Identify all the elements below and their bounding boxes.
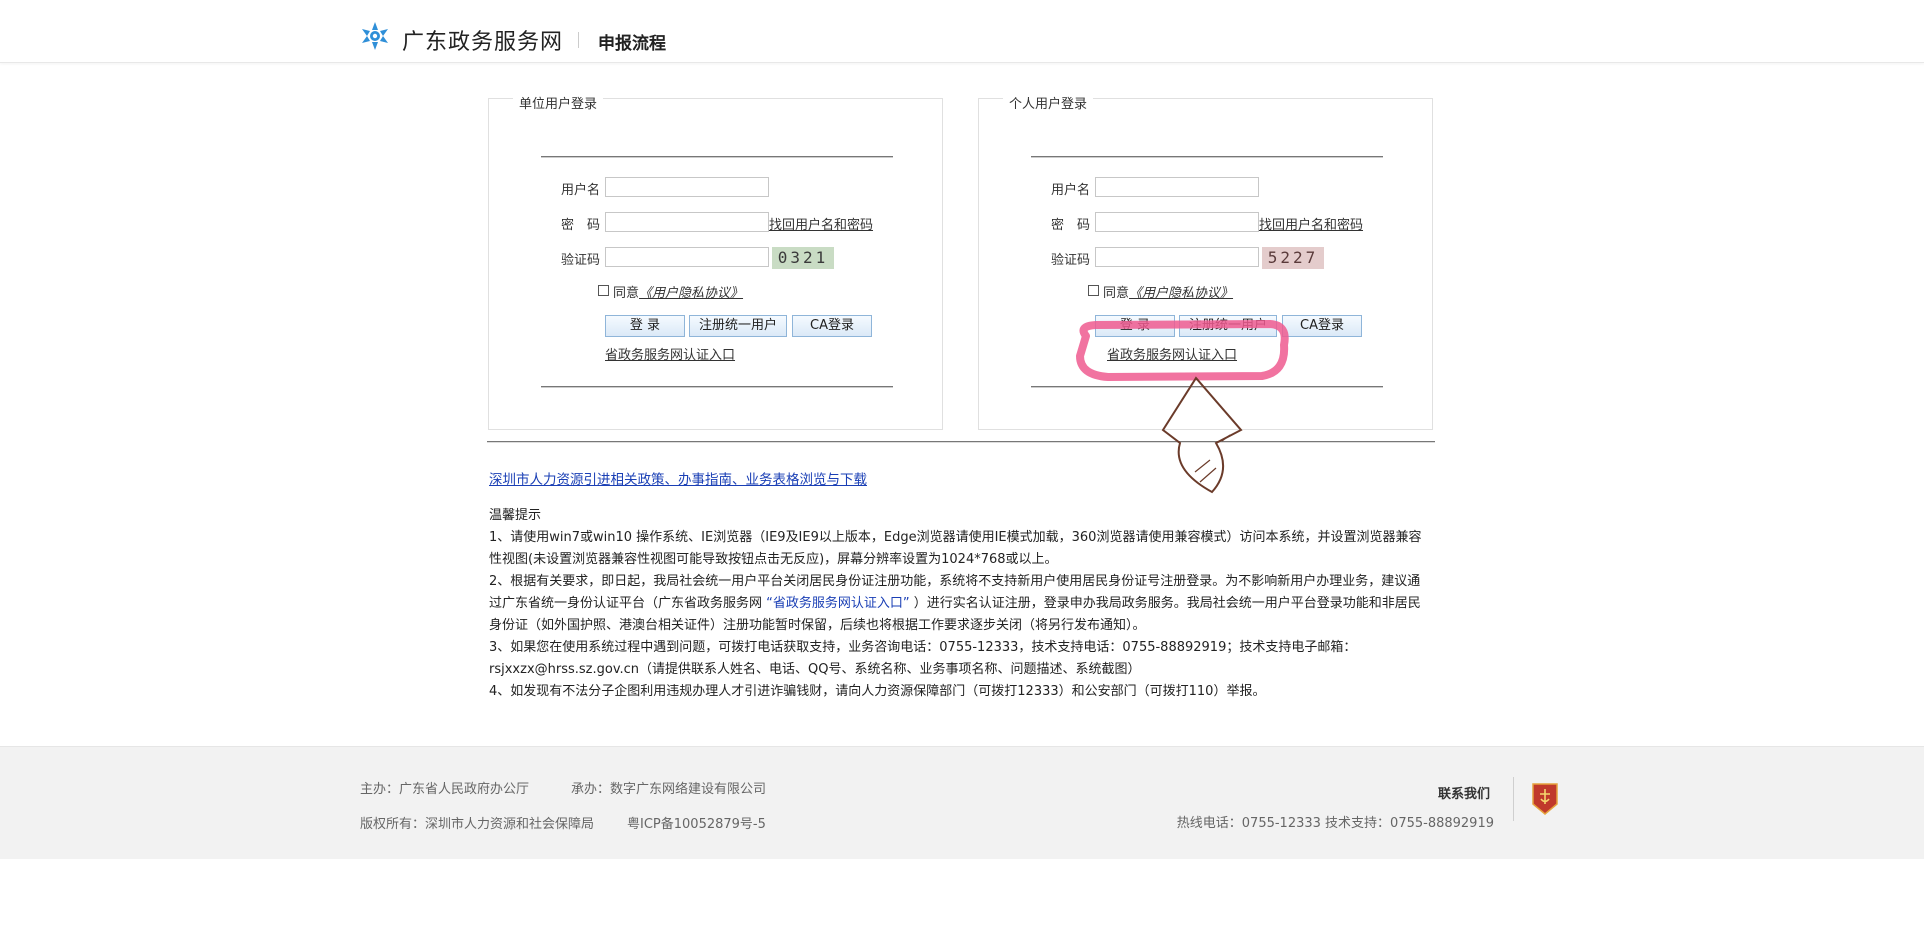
unit-agree-text: 同意《用户隐私协议》 [613, 282, 743, 301]
personal-username-input[interactable] [1095, 177, 1259, 197]
personal-password-input[interactable] [1095, 212, 1259, 232]
site-header: 广东政务服务网 申报流程 [0, 0, 1924, 63]
panel-rule-top [541, 156, 893, 157]
unit-find-account-link[interactable]: 找回用户名和密码 [769, 214, 873, 233]
password-label: 密 码 [1051, 218, 1091, 233]
tip-item-3: 3、如果您在使用系统过程中遇到问题，可拨打电话获取支持，业务咨询电话：0755-… [489, 640, 1357, 677]
tip-item-2: 2、根据有关要求，即日起，我局社会统一用户平台关闭居民身份证注册功能，系统将不支… [489, 571, 1427, 637]
personal-agree-checkbox[interactable] [1088, 285, 1099, 296]
contact-title: 联系我们 [1438, 787, 1491, 802]
panel-rule-bottom [541, 386, 893, 387]
tip-item-4: 4、如发现有不法分子企图利用违规办理人才引进诈骗钱财，请向人力资源保障部门（可拨… [489, 684, 1266, 699]
site-name[interactable]: 广东政务服务网 [402, 24, 563, 56]
panel-rule-top [1031, 156, 1383, 157]
tip-item-1: 1、请使用win7或win10 操作系统、IE浏览器（IE9及IE9以上版本，E… [489, 530, 1422, 567]
password-label: 密 码 [561, 218, 601, 233]
page-title: 申报流程 [598, 34, 666, 54]
unit-privacy-link[interactable]: 《用户隐私协议》 [639, 286, 743, 301]
footer-separator [1513, 777, 1514, 821]
unit-provincial-entry-link[interactable]: 省政务服务网认证入口 [605, 344, 735, 363]
unit-username-input[interactable] [605, 177, 769, 197]
personal-agree-text: 同意《用户隐私协议》 [1103, 282, 1233, 301]
personal-captcha-image[interactable]: 5227 [1262, 247, 1324, 269]
site-footer: 主办：广东省人民政府办公厅 承办：数字广东网络建设有限公司 版权所有：深圳市人力… [0, 746, 1924, 859]
unit-captcha-input[interactable] [605, 247, 769, 267]
username-label: 用户名 [561, 183, 601, 198]
captcha-label: 验证码 [1051, 253, 1091, 268]
personal-provincial-entry-link[interactable]: 省政务服务网认证入口 [1107, 344, 1237, 363]
personal-register-button[interactable]: 注册统一用户 [1179, 315, 1277, 337]
personal-ca-login-button[interactable]: CA登录 [1282, 315, 1362, 337]
personal-login-panel: 个人用户登录 用户名 密 码 找回用户名和密码 验证码 5227 同意《用户隐私… [978, 93, 1433, 430]
footer-icp[interactable]: 粤ICP备10052879号-5 [627, 813, 766, 832]
personal-privacy-link[interactable]: 《用户隐私协议》 [1129, 286, 1233, 301]
tips-title: 温馨提示 [489, 508, 542, 523]
unit-password-input[interactable] [605, 212, 769, 232]
unit-login-button[interactable]: 登 录 [605, 315, 685, 337]
gov-badge-icon[interactable] [1531, 782, 1559, 816]
unit-agree-checkbox[interactable] [598, 285, 609, 296]
header-separator [578, 32, 579, 48]
footer-copyright: 版权所有：深圳市人力资源和社会保障局 [360, 817, 595, 832]
unit-ca-login-button[interactable]: CA登录 [792, 315, 872, 337]
tips-section: 温馨提示 1、请使用win7或win10 操作系统、IE浏览器（IE9及IE9以… [489, 505, 1427, 703]
unit-login-legend: 单位用户登录 [513, 93, 604, 112]
panel-rule-bottom [1031, 386, 1383, 387]
footer-sponsor: 主办：广东省人民政府办公厅 [360, 782, 530, 797]
agree-prefix: 同意 [613, 286, 640, 301]
footer-hotline: 热线电话：0755-12333 技术支持：0755-88892919 [1176, 816, 1494, 831]
username-label: 用户名 [1051, 183, 1091, 198]
snowflake-logo-icon[interactable] [360, 21, 390, 51]
agree-prefix: 同意 [1103, 286, 1130, 301]
content-divider [487, 441, 1435, 442]
unit-captcha-image[interactable]: 0321 [772, 247, 834, 269]
personal-login-button[interactable]: 登 录 [1095, 315, 1175, 337]
personal-find-account-link[interactable]: 找回用户名和密码 [1259, 214, 1363, 233]
personal-login-legend: 个人用户登录 [1003, 93, 1094, 112]
tip-provincial-entry-link[interactable]: “省政务服务网认证入口” [766, 596, 909, 611]
footer-organizer: 承办：数字广东网络建设有限公司 [571, 782, 767, 797]
unit-register-button[interactable]: 注册统一用户 [689, 315, 787, 337]
annotation-arrow-hatch [1171, 434, 1231, 483]
policy-download-link[interactable]: 深圳市人力资源引进相关政策、办事指南、业务表格浏览与下载 [489, 468, 867, 488]
unit-login-panel: 单位用户登录 用户名 密 码 找回用户名和密码 验证码 0321 同意《用户隐私… [488, 93, 943, 430]
personal-captcha-input[interactable] [1095, 247, 1259, 267]
captcha-label: 验证码 [561, 253, 601, 268]
